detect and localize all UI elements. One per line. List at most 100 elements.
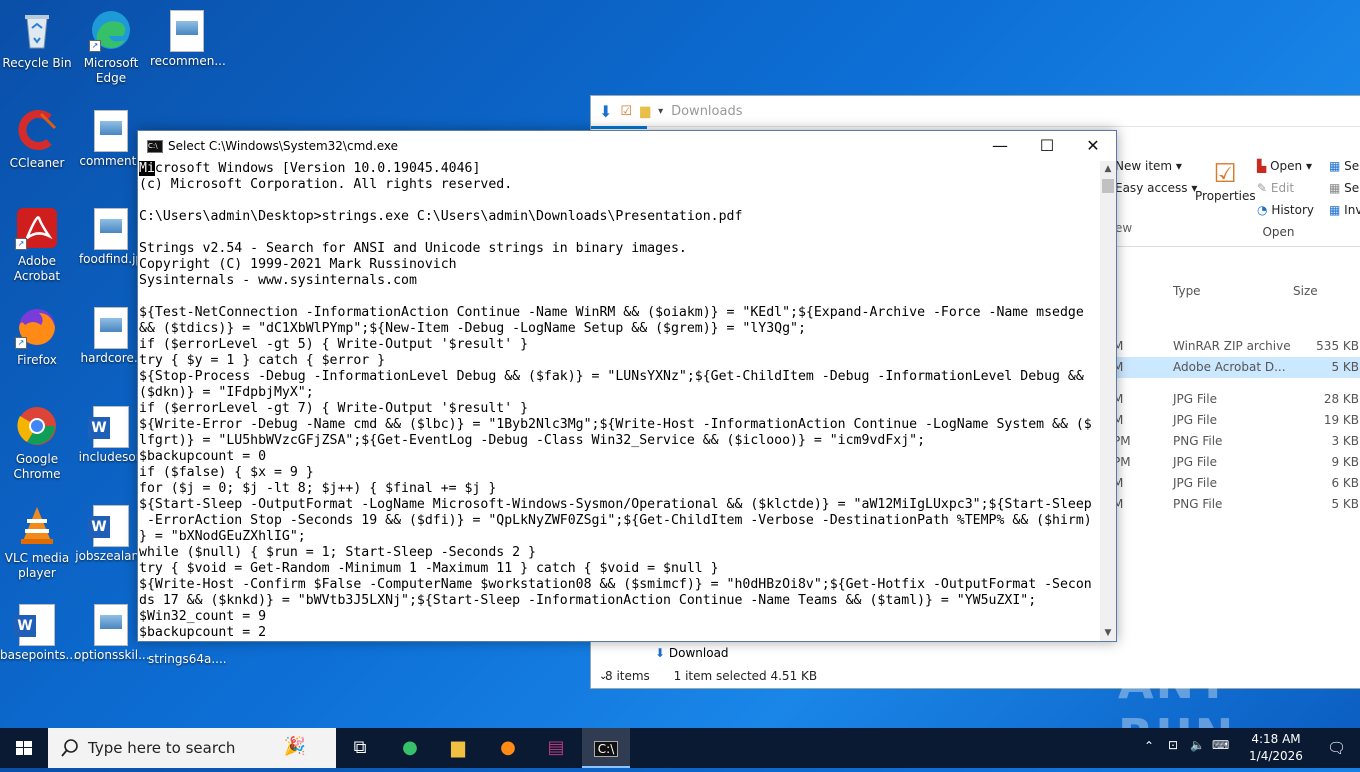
file-list: M WinRAR ZIP archive 535 KB M Adobe Acrobat… [1111, 336, 1360, 515]
cmd-window[interactable]: C:\ Select C:\Windows\System32\cmd.exe —… [137, 130, 1117, 642]
properties-label: Properties [1195, 189, 1256, 203]
select-all-button[interactable]: ▦ Se [1329, 155, 1360, 177]
image-file-icon [94, 110, 128, 152]
quick-access-toolbar: ⬇ ☑ ▆ ▾ Downloads [591, 96, 1360, 127]
system-tray: ⌃ ⊡ 🔈 ⌨ [1140, 728, 1250, 768]
taskbar-firefox-icon[interactable]: ● [484, 728, 532, 768]
chrome-icon [15, 404, 59, 448]
network-icon[interactable]: ⊡ [1168, 738, 1178, 752]
column-header-type[interactable]: Type [1173, 284, 1201, 298]
invert-selection-button[interactable]: ▦ Inv [1329, 199, 1360, 221]
chevron-down-icon[interactable]: ▾ [658, 106, 663, 117]
properties-button[interactable]: ☑ Properties [1195, 159, 1256, 203]
desktop-icon-label: Firefox [17, 353, 57, 367]
file-row[interactable]: PM JPG File 9 KB [1111, 452, 1360, 473]
desktop-icon-label: Microsoft Edge [83, 56, 139, 85]
cmd-titlebar[interactable]: C:\ Select C:\Windows\System32\cmd.exe —… [138, 131, 1116, 161]
keyboard-icon[interactable]: ⌨ [1212, 738, 1229, 752]
console-first-line-text: crosoft Windows [Version 10.0.19045.4046… [154, 161, 481, 176]
vertical-scrollbar[interactable]: ▲ ▼ [1100, 161, 1116, 641]
image-file-icon [94, 604, 128, 646]
start-button[interactable] [0, 728, 48, 768]
clock[interactable]: 4:18 AM 1/4/2026 [1246, 731, 1306, 765]
easy-access-button[interactable]: Easy access ▾ [1115, 177, 1197, 199]
taskbar-cmd-icon[interactable]: C:\ [582, 728, 630, 768]
desktop-icon-label: optionsskil... [74, 648, 150, 662]
folder-icon[interactable]: ▆ [640, 104, 650, 119]
nav-pane-downloads[interactable]: ⬇ Download ⌄ [591, 642, 747, 682]
shortcut-arrow-icon: ↗ [89, 40, 101, 52]
properties-icon: ☑ [1213, 159, 1237, 189]
edge-icon: ↗ [89, 8, 133, 52]
download-arrow-icon: ⬇ [655, 646, 666, 660]
desktop-icon-label: VLC media player [4, 551, 70, 580]
desktop-icon-recommen[interactable]: recommen... [150, 8, 226, 69]
desktop-icon-acrobat[interactable]: ↗ Adobe Acrobat [0, 206, 74, 284]
edit-button[interactable]: ✎ Edit [1257, 177, 1314, 199]
desktop-icon-label: Recycle Bin [2, 56, 72, 70]
column-header-size[interactable]: Size [1293, 284, 1318, 298]
download-arrow-icon: ⬇ [599, 101, 613, 121]
address-path[interactable]: Downloads [671, 104, 742, 119]
window-title: Select C:\Windows\System32\cmd.exe [168, 139, 398, 153]
word-file-icon: W [14, 604, 55, 646]
taskbar-edge-icon[interactable]: ● [386, 728, 434, 768]
desktop-icon-firefox[interactable]: ↗ Firefox [0, 305, 74, 368]
chevron-up-icon[interactable]: ⌃ [1144, 739, 1154, 753]
file-row[interactable]: M JPG File 6 KB [1111, 473, 1360, 494]
desktop-icon-vlc[interactable]: VLC media player [0, 503, 74, 581]
cmd-app-icon: C:\ [147, 140, 163, 153]
image-file-icon [170, 10, 204, 52]
new-item-button[interactable]: New item ▾ [1115, 155, 1197, 177]
word-file-icon: W [88, 505, 129, 547]
desktop-icon-edge[interactable]: ↗ Microsoft Edge [74, 8, 148, 86]
desktop-icon-ccleaner[interactable]: CCleaner [0, 108, 74, 171]
taskbar: Type here to search 🎉 ⧉ ● ▆ ● ▤ C:\ ⌃ ⊡ … [0, 728, 1360, 768]
close-button[interactable]: ✕ [1070, 131, 1116, 161]
file-row[interactable]: M WinRAR ZIP archive 535 KB [1111, 336, 1360, 357]
search-placeholder: Type here to search [88, 739, 236, 757]
taskbar-winrar-icon[interactable]: ▤ [532, 728, 580, 768]
properties-check-icon[interactable]: ☑ [620, 104, 632, 119]
task-view-button[interactable]: ⧉ [336, 728, 384, 768]
file-row-selected[interactable]: M Adobe Acrobat D... 5 KB [1111, 357, 1360, 378]
desktop-icon-recycle-bin[interactable]: Recycle Bin [0, 8, 74, 71]
scrollbar-thumb[interactable] [1102, 179, 1114, 193]
ccleaner-icon [15, 108, 59, 152]
windows-logo-icon [16, 741, 32, 755]
console-first-line: Microsoft Windows [Version 10.0.19045.40… [138, 161, 1100, 177]
file-row[interactable]: M JPG File 28 KB [1111, 389, 1360, 410]
desktop-icon-label: recommen... [150, 54, 226, 68]
group-label-open: Open [1262, 225, 1295, 239]
select-none-button[interactable]: ▦ Se [1329, 177, 1360, 199]
desktop-icon-label: Adobe Acrobat [13, 254, 61, 283]
file-row[interactable]: M JPG File 19 KB [1111, 410, 1360, 431]
word-file-icon: W [88, 406, 129, 448]
ribbon: New item ▾ Easy access ▾ ew ☑ Properties… [1111, 151, 1360, 247]
ribbon-tab-indicator [591, 126, 647, 129]
minimize-button[interactable]: — [977, 131, 1023, 161]
search-icon [61, 739, 78, 757]
open-button[interactable]: ▙ Open ▾ [1257, 155, 1314, 177]
volume-icon[interactable]: 🔈 [1190, 738, 1205, 752]
history-button[interactable]: ◔ History [1257, 199, 1314, 221]
image-file-icon [94, 208, 128, 250]
file-row[interactable]: PM PNG File 3 KB [1111, 431, 1360, 452]
search-box[interactable]: Type here to search 🎉 [48, 728, 336, 768]
history-icon: ◔ [1257, 203, 1268, 217]
scroll-down-icon[interactable]: ▼ [1100, 625, 1116, 641]
status-selection: 1 item selected 4.51 KB [673, 669, 818, 683]
desktop-icon-chrome[interactable]: Google Chrome [0, 404, 74, 482]
maximize-button[interactable]: ☐ [1024, 131, 1070, 161]
notification-icon[interactable]: 🗨 [1327, 739, 1346, 757]
console-output[interactable]: Microsoft Windows [Version 10.0.19045.40… [138, 161, 1100, 641]
scroll-up-icon[interactable]: ▲ [1100, 161, 1116, 177]
nav-download-label: Download [668, 646, 729, 660]
clock-date: 1/4/2026 [1249, 749, 1303, 763]
column-headers: Type Size [1111, 276, 1360, 306]
search-highlight-icon: 🎉 [283, 736, 306, 757]
status-item-count: 8 items [605, 669, 650, 683]
desktop-icon-basepoints[interactable]: W basepoints... [0, 602, 77, 663]
file-row[interactable]: M PNG File 5 KB [1111, 494, 1360, 515]
taskbar-file-explorer-icon[interactable]: ▆ [434, 728, 482, 768]
